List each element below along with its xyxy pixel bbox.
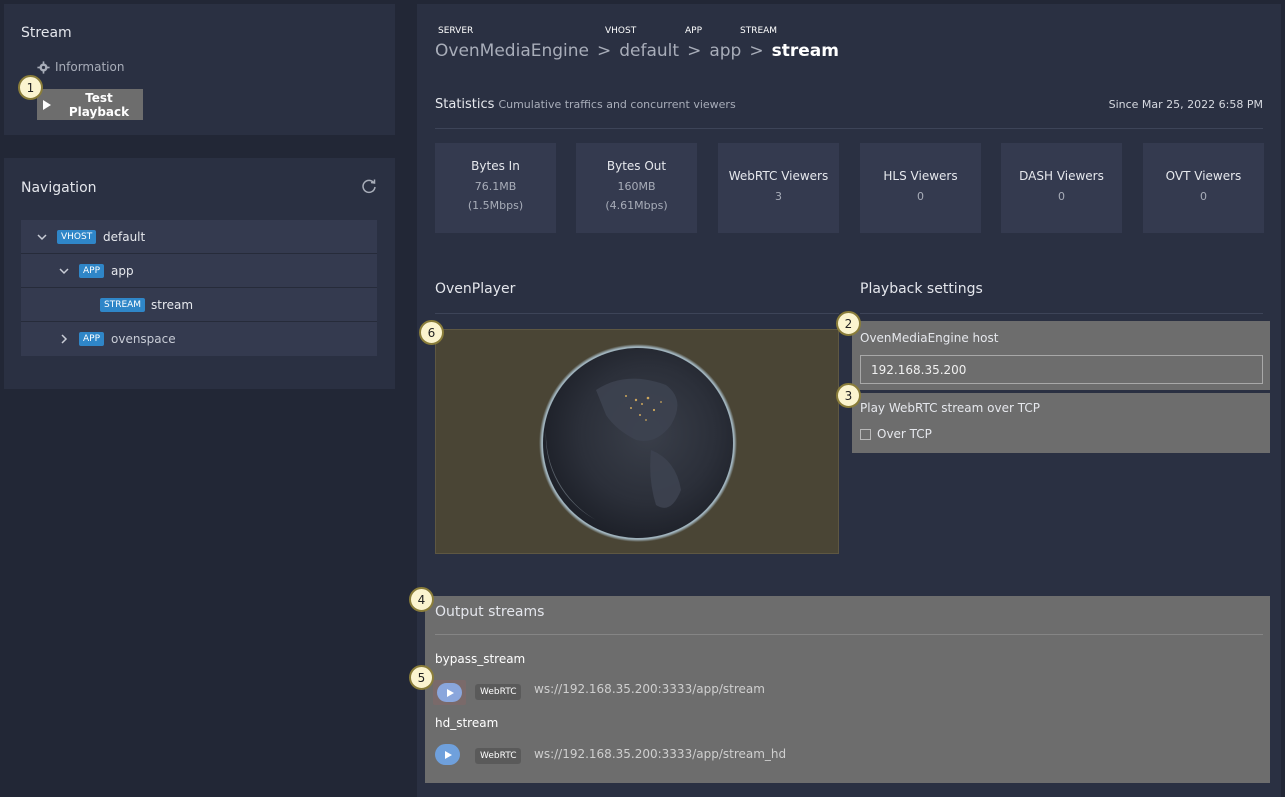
callout-marker: 5 <box>409 665 434 690</box>
stat-card-webrtc-viewers: WebRTC Viewers 3 <box>718 143 839 233</box>
ovenplayer-title: OvenPlayer <box>435 281 516 297</box>
tree-item-label: stream <box>151 297 194 312</box>
stat-label: OVT Viewers <box>1165 169 1242 183</box>
stat-value: 0 <box>1058 190 1065 203</box>
tree-item-label: default <box>103 229 146 244</box>
vhost-tag: VHOST <box>602 24 640 38</box>
stream-tag: STREAM <box>737 24 781 38</box>
play-stream-button[interactable] <box>435 744 460 765</box>
stat-label: Bytes Out <box>606 159 667 173</box>
output-streams-title: Output streams <box>435 604 545 620</box>
navigation-tree: VHOST default APP app STREAM stream APP … <box>21 220 377 356</box>
stream-name: bypass_stream <box>435 652 526 666</box>
chevron-down-icon[interactable] <box>59 266 69 276</box>
over-tcp-option[interactable]: Over TCP <box>860 427 932 441</box>
app-badge: APP <box>79 264 105 278</box>
stat-card-dash-viewers: DASH Viewers 0 <box>1001 143 1122 233</box>
breadcrumb-app[interactable]: app <box>709 41 741 61</box>
information-menu-item[interactable]: Information <box>37 60 124 74</box>
playback-settings-title: Playback settings <box>860 281 983 297</box>
callout-marker: 4 <box>409 587 434 612</box>
divider <box>435 634 1263 635</box>
stat-value: 0 <box>917 190 924 203</box>
statistics-since: Since Mar 25, 2022 6:58 PM <box>1108 98 1263 111</box>
callout-marker: 1 <box>18 75 43 100</box>
stream-panel: Stream Information Test Playback <box>4 4 395 135</box>
refresh-icon[interactable] <box>361 178 377 194</box>
play-stream-button[interactable] <box>433 680 466 705</box>
stat-card-ovt-viewers: OVT Viewers 0 <box>1143 143 1264 233</box>
app-tag: APP <box>682 24 706 38</box>
stream-name: hd_stream <box>435 716 499 730</box>
breadcrumb-separator: > <box>597 41 612 61</box>
stat-value: 76.1MB <box>474 180 517 193</box>
stat-card-bytes-in: Bytes In 76.1MB (1.5Mbps) <box>435 143 556 233</box>
server-tag: SERVER <box>435 24 477 38</box>
protocol-badge: WebRTC <box>475 748 522 764</box>
statistics-subtitle: Cumulative traffics and concurrent viewe… <box>498 98 736 111</box>
navigation-title: Navigation <box>21 180 97 196</box>
divider <box>435 128 1263 129</box>
tree-item-app-app[interactable]: APP app <box>21 254 377 288</box>
chevron-down-icon[interactable] <box>37 232 47 242</box>
tree-item-label: ovenspace <box>111 332 176 346</box>
navigation-panel: Navigation VHOST default APP app STREAM … <box>4 158 395 389</box>
tree-item-label: app <box>111 263 134 278</box>
callout-marker: 3 <box>836 383 861 408</box>
stat-label: WebRTC Viewers <box>728 169 829 183</box>
play-round-inner <box>437 683 462 702</box>
breadcrumb-separator: > <box>687 41 702 61</box>
stream-panel-title: Stream <box>21 25 72 41</box>
over-tcp-checkbox[interactable] <box>860 428 871 440</box>
information-label: Information <box>55 60 125 74</box>
tree-item-app-ovenspace[interactable]: APP ovenspace <box>21 322 377 356</box>
statistics-title: Statistics Cumulative traffics and concur… <box>435 97 736 112</box>
host-input[interactable] <box>860 355 1263 384</box>
host-setting-box: OvenMediaEngine host <box>852 321 1270 390</box>
output-streams-panel: Output streams bypass_stream WebRTC ws:/… <box>425 596 1270 783</box>
breadcrumb-separator: > <box>749 41 764 61</box>
divider <box>860 313 1263 314</box>
tree-item-vhost-default[interactable]: VHOST default <box>21 220 377 254</box>
earth-video-frame <box>539 344 737 542</box>
stat-rate: (4.61Mbps) <box>605 199 668 212</box>
stream-url: ws://192.168.35.200:3333/app/stream_hd <box>534 747 787 761</box>
video-player[interactable] <box>435 329 839 554</box>
protocol-badge: WebRTC <box>475 684 522 700</box>
divider <box>435 313 839 314</box>
play-icon <box>43 99 51 110</box>
breadcrumb: OvenMediaEngine > default > app > stream <box>435 41 839 61</box>
stat-card-bytes-out: Bytes Out 160MB (4.61Mbps) <box>576 143 697 233</box>
host-label: OvenMediaEngine host <box>860 331 999 345</box>
statistics-title-text: Statistics <box>435 97 495 112</box>
tcp-label: Play WebRTC stream over TCP <box>860 401 1040 415</box>
test-playback-label: Test Playback <box>68 90 130 119</box>
vhost-badge: VHOST <box>57 230 97 244</box>
stat-rate: (1.5Mbps) <box>467 199 524 212</box>
stat-label: HLS Viewers <box>883 169 958 183</box>
stat-label: DASH Viewers <box>1019 169 1104 183</box>
chevron-right-icon[interactable] <box>59 334 69 344</box>
breadcrumb-vhost[interactable]: default <box>619 41 679 61</box>
stat-label: Bytes In <box>471 159 520 173</box>
stat-value: 0 <box>1200 190 1207 203</box>
stat-value: 160MB <box>617 180 656 193</box>
tcp-setting-box: Play WebRTC stream over TCP Over TCP <box>852 393 1270 453</box>
stat-card-hls-viewers: HLS Viewers 0 <box>860 143 981 233</box>
gear-icon <box>37 60 50 74</box>
test-playback-button[interactable]: Test Playback <box>37 89 143 120</box>
over-tcp-label: Over TCP <box>877 427 932 441</box>
tree-item-stream-stream[interactable]: STREAM stream <box>21 288 377 322</box>
play-icon <box>445 750 452 759</box>
stat-value: 3 <box>775 190 782 203</box>
callout-marker: 6 <box>419 320 444 345</box>
app-badge: APP <box>79 332 105 346</box>
callout-marker: 2 <box>836 311 861 336</box>
breadcrumb-server[interactable]: OvenMediaEngine <box>435 41 589 61</box>
stream-url: ws://192.168.35.200:3333/app/stream <box>534 682 765 696</box>
stream-badge: STREAM <box>100 298 146 312</box>
play-icon <box>447 688 454 697</box>
breadcrumb-stream: stream <box>771 41 839 61</box>
